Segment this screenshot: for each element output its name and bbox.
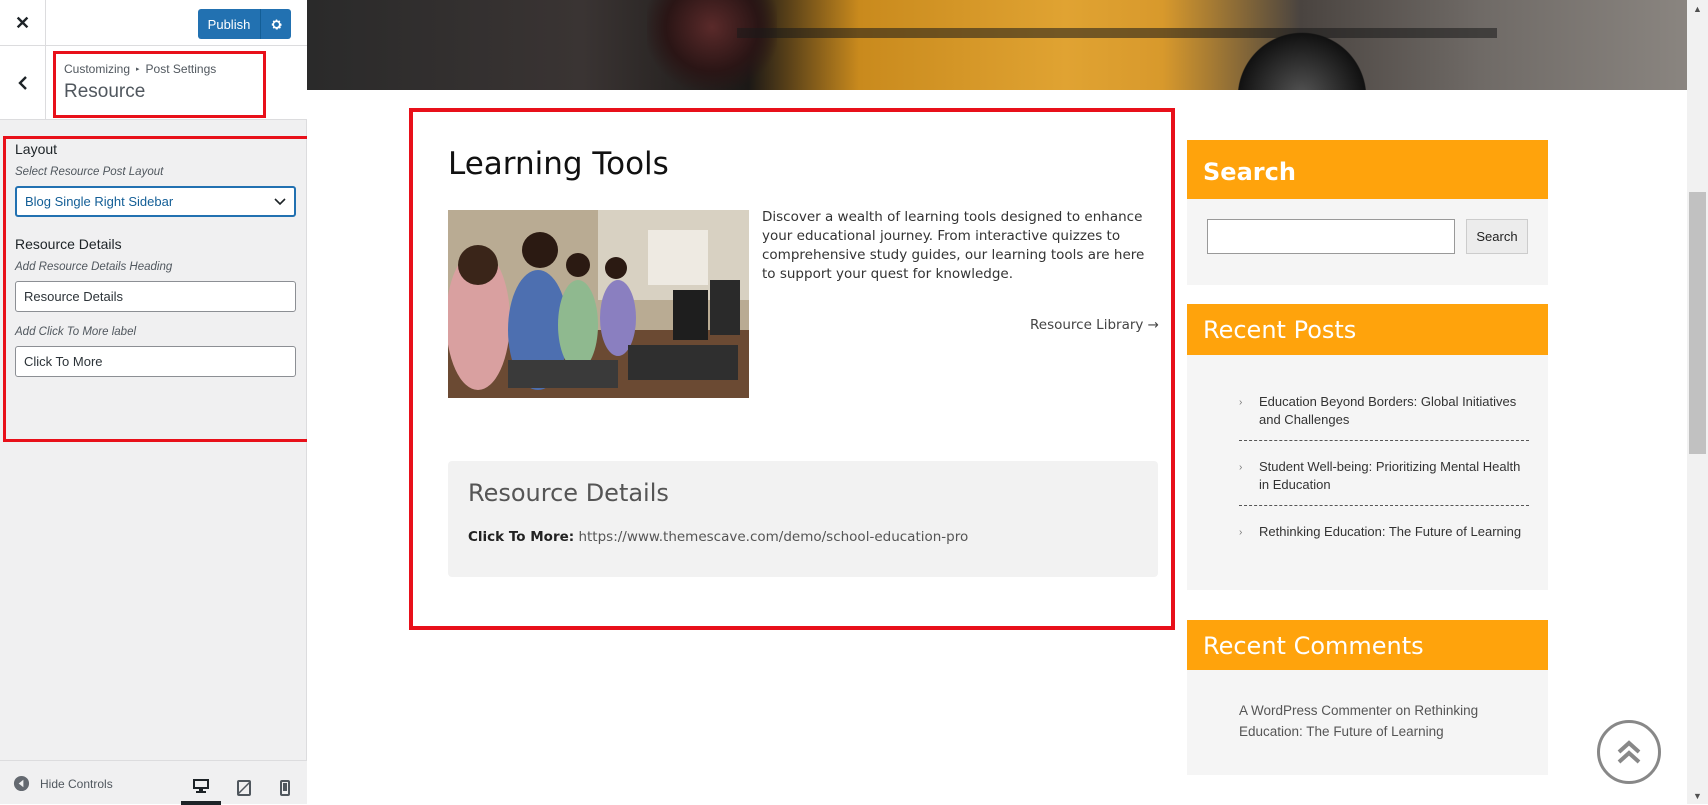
hide-controls-label[interactable]: Hide Controls [40, 777, 113, 791]
chevron-right-icon: › [1239, 462, 1243, 473]
mobile-preview-button[interactable] [265, 770, 305, 805]
gear-icon[interactable] [260, 9, 291, 39]
chevron-right-icon: › [1239, 397, 1243, 408]
recent-posts-widget: Recent Posts › Education Beyond Borders:… [1187, 304, 1548, 590]
scroll-down-arrow-icon[interactable]: ▼ [1687, 787, 1708, 804]
resource-details-box: Resource Details Click To More: https://… [448, 461, 1158, 577]
post-excerpt: Discover a wealth of learning tools desi… [762, 209, 1145, 282]
section-title: Resource [64, 81, 146, 102]
collapse-icon[interactable] [13, 775, 30, 792]
scroll-thumb[interactable] [1689, 192, 1706, 454]
section-header: Customizing ▸ Post Settings Resource [0, 46, 307, 120]
recent-post-item[interactable]: › Student Well-being: Prioritizing Menta… [1239, 458, 1529, 494]
hero-image [307, 0, 1687, 90]
recent-comments-widget: Recent Comments A WordPress Commenter on… [1187, 620, 1548, 775]
click-more-line: Click To More: https://www.themescave.co… [468, 529, 968, 545]
recent-post-link[interactable]: Education Beyond Borders: Global Initiat… [1259, 394, 1516, 427]
breadcrumb-section: Post Settings [145, 62, 217, 76]
post-title: Learning Tools [448, 146, 669, 182]
double-chevron-up-icon[interactable] [1613, 736, 1645, 768]
scroll-to-top-button[interactable] [1597, 720, 1661, 784]
breadcrumb: Customizing ▸ Post Settings [64, 62, 263, 76]
breadcrumb-root: Customizing [64, 62, 131, 76]
search-button[interactable]: Search [1466, 219, 1528, 254]
publish-label[interactable]: Publish [198, 9, 260, 39]
layout-select-value[interactable]: Blog Single Right Sidebar [25, 194, 173, 209]
section-title-box: Customizing ▸ Post Settings Resource [53, 51, 266, 118]
resource-details-title: Resource Details [468, 479, 669, 507]
tablet-icon[interactable] [237, 779, 251, 796]
page-scrollbar[interactable]: ▲ ▼ [1687, 0, 1708, 804]
tablet-preview-button[interactable] [224, 770, 264, 805]
resource-controls: Layout Select Resource Post Layout Blog … [3, 136, 313, 442]
post-divider [1239, 505, 1529, 506]
chevron-right-icon: › [1239, 527, 1243, 538]
click-more-label: Click To More: [468, 529, 575, 545]
publish-button[interactable]: Publish [198, 9, 291, 39]
back-button[interactable] [0, 46, 46, 120]
post-featured-image [448, 210, 749, 398]
click-more-description: Add Click To More label [15, 326, 137, 338]
chevron-left-icon[interactable] [17, 75, 29, 91]
post-divider [1239, 440, 1529, 441]
customizer-footer: Hide Controls [0, 760, 307, 805]
layout-description: Select Resource Post Layout [15, 166, 164, 178]
scroll-up-arrow-icon[interactable]: ▲ [1687, 0, 1708, 17]
layout-heading: Layout [15, 141, 58, 157]
resource-details-heading: Resource Details [15, 236, 122, 252]
resource-article: Learning Tools Discover a wealth of lear… [409, 108, 1175, 630]
recent-comment-item: A WordPress Commenter on Rethinking Educ… [1239, 700, 1529, 742]
breadcrumb-separator-icon: ▸ [136, 66, 140, 73]
customizer-header: ✕ Publish [0, 0, 307, 46]
customizer-sidebar: ✕ Publish Customizing ▸ Post Settings Re… [0, 0, 313, 805]
search-widget-title: Search [1187, 140, 1548, 199]
resource-details-description: Add Resource Details Heading [15, 261, 173, 273]
desktop-preview-button[interactable] [181, 770, 221, 805]
recent-posts-title: Recent Posts [1187, 304, 1548, 355]
recent-post-link[interactable]: Rethinking Education: The Future of Lear… [1259, 524, 1521, 539]
hide-controls-button[interactable]: Hide Controls [13, 775, 113, 792]
comment-author: A WordPress Commenter [1239, 703, 1392, 718]
site-preview: Learning Tools Discover a wealth of lear… [307, 0, 1687, 804]
recent-comments-title: Recent Comments [1187, 620, 1548, 670]
resource-library-link[interactable]: Resource Library → [1030, 317, 1159, 333]
recent-post-item[interactable]: › Rethinking Education: The Future of Le… [1239, 523, 1529, 541]
close-icon[interactable]: ✕ [0, 0, 46, 46]
desktop-icon[interactable] [192, 778, 210, 794]
layout-select[interactable]: Blog Single Right Sidebar [15, 186, 296, 217]
mobile-icon[interactable] [280, 779, 290, 796]
resource-details-field[interactable]: Resource Details [15, 281, 296, 312]
search-widget: Search Search [1187, 140, 1548, 285]
click-more-field[interactable]: Click To More [15, 346, 296, 377]
comment-on-word: on [1395, 703, 1411, 718]
click-more-url[interactable]: https://www.themescave.com/demo/school-e… [578, 529, 968, 545]
recent-post-link[interactable]: Student Well-being: Prioritizing Mental … [1259, 459, 1520, 492]
search-input[interactable] [1207, 219, 1455, 254]
recent-post-item[interactable]: › Education Beyond Borders: Global Initi… [1239, 393, 1529, 429]
chevron-down-icon[interactable] [274, 197, 286, 206]
